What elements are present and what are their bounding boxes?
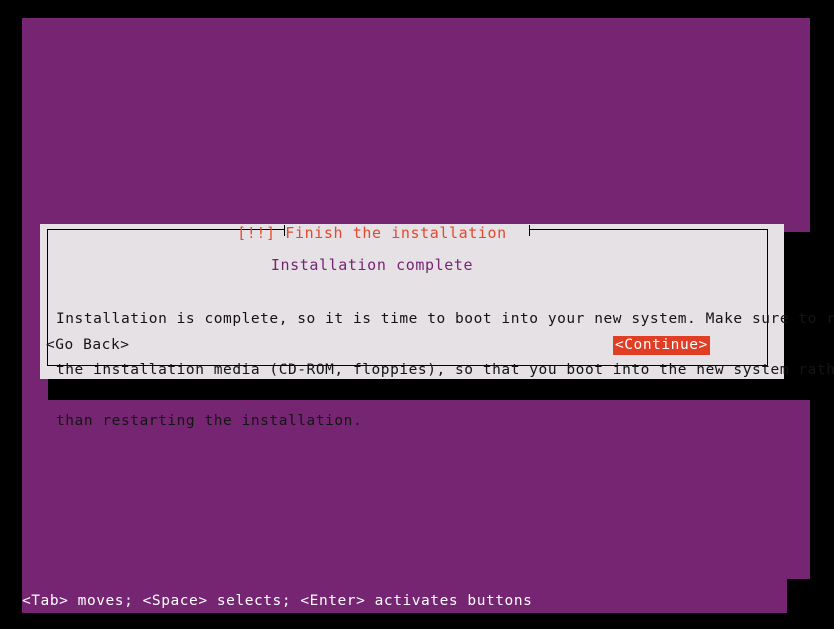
body-line: the installation media (CD-ROM, floppies…	[56, 362, 834, 378]
dialog-body-text: Installation is complete, so it is time …	[56, 277, 834, 464]
dialog-title: [!!] Finish the installation	[237, 224, 507, 242]
dialog-subtitle: Installation complete	[270, 256, 474, 274]
body-line: than restarting the installation.	[56, 413, 363, 429]
body-line: Installation is complete, so it is time …	[56, 311, 834, 327]
continue-button[interactable]: <Continue>	[613, 336, 710, 355]
keyboard-help-bar: <Tab> moves; <Space> selects; <Enter> ac…	[22, 593, 533, 609]
dialog-button-row: <Go Back> <Continue>	[0, 336, 744, 355]
go-back-button[interactable]: <Go Back>	[45, 337, 131, 354]
installer-screen: [!!] Finish the installation Installatio…	[0, 0, 834, 629]
